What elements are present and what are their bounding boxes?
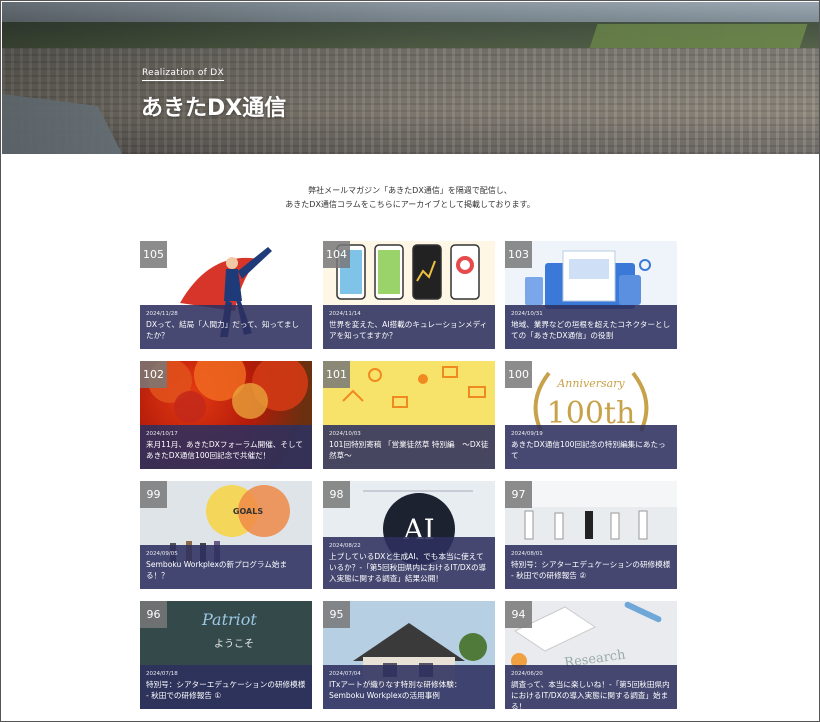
article-card-95[interactable]: 95 2024/07/04 ITxアートが織りなす特別な研修体験：Semboku… <box>323 601 495 709</box>
article-date: 2024/09/05 <box>146 551 178 557</box>
article-number: 100 <box>505 361 532 388</box>
article-caption: 2024/08/01 特別号：シアターエデュケーションの研修模様 - 秋田での研… <box>505 545 677 589</box>
article-caption: 2024/11/28 DXって、結局「人間力」だって、知ってましたか？ <box>140 305 312 349</box>
article-title[interactable]: 世界を変えた、AI搭載のキュレーションメディアを知ってますか？ <box>329 319 489 341</box>
article-title[interactable]: 101回特別寄稿 「営業徒然草 特別編 〜DX徒然草〜 <box>329 439 489 461</box>
article-card-94[interactable]: Research 94 2024/06/20 調査って、本当に楽しいね！-「第5… <box>505 601 677 709</box>
article-title[interactable]: ITxアートが織りなす特別な研修体験：Semboku Workplexの活用事例 <box>329 679 489 701</box>
article-title[interactable]: 来月11月、あきたDXフォーラム開催、そしてあきたDX通信100回記念で共催だ！ <box>146 439 306 461</box>
article-date: 2024/07/04 <box>329 671 361 677</box>
article-card-97[interactable]: 97 2024/08/01 特別号：シアターエデュケーションの研修模様 - 秋田… <box>505 481 677 589</box>
article-card-105[interactable]: 105 2024/11/28 DXって、結局「人間力」だって、知ってましたか？ <box>140 241 312 349</box>
article-number: 101 <box>323 361 350 388</box>
article-number: 103 <box>505 241 532 268</box>
article-number: 104 <box>323 241 350 268</box>
article-number: 96 <box>140 601 167 628</box>
intro-text: 弊社メールマガジン「あきたDX通信」を隔週で配信し、 あきたDX通信コラムをこち… <box>1 184 819 212</box>
hero-subtitle: Realization of DX <box>142 68 224 81</box>
article-title[interactable]: 調査って、本当に楽しいね！-「第5回秋田県内におけるIT/DXの導入実態に関する… <box>511 679 671 709</box>
article-caption: 2024/10/17 来月11月、あきたDXフォーラム開催、そしてあきたDX通信… <box>140 425 312 469</box>
article-card-103[interactable]: 103 2024/10/31 地域、業界などの垣根を超えたコネクターとしての「あ… <box>505 241 677 349</box>
article-title[interactable]: 上プしているDXと生成AI、でも本当に使えているか？-「第5回秋田県内におけるI… <box>329 551 489 584</box>
article-caption: 2024/11/14 世界を変えた、AI搭載のキュレーションメディアを知ってます… <box>323 305 495 349</box>
article-card-98[interactable]: AI 98 2024/08/22 上プしているDXと生成AI、でも本当に使えてい… <box>323 481 495 589</box>
article-title[interactable]: Semboku Workplexの新プログラム始まる！？ <box>146 559 306 581</box>
article-number: 94 <box>505 601 532 628</box>
article-number: 105 <box>140 241 167 268</box>
article-title[interactable]: DXって、結局「人間力」だって、知ってましたか？ <box>146 319 306 341</box>
article-caption: 2024/09/19 あきたDX通信100回記念の特別編集にあたって <box>505 425 677 469</box>
article-number: 98 <box>323 481 350 508</box>
article-caption: 2024/08/22 上プしているDXと生成AI、でも本当に使えているか？-「第… <box>323 537 495 589</box>
chalk-patriot: Patriot <box>201 610 257 629</box>
article-date: 2024/09/19 <box>511 431 543 437</box>
article-card-96[interactable]: Patriot ようこそ 96 2024/07/18 特別号：シアターエデュケー… <box>140 601 312 709</box>
intro-line-2: あきたDX通信コラムをこちらにアーカイブとして掲載しております。 <box>285 200 535 209</box>
chalk-youkoso: ようこそ <box>214 638 254 650</box>
article-title[interactable]: あきたDX通信100回記念の特別編集にあたって <box>511 439 671 461</box>
article-date: 2024/11/28 <box>146 311 178 317</box>
article-caption: 2024/09/05 Semboku Workplexの新プログラム始まる！？ <box>140 545 312 589</box>
intro-line-1: 弊社メールマガジン「あきたDX通信」を隔週で配信し、 <box>308 186 512 195</box>
article-card-99[interactable]: GOALS 99 2024/09/05 Semboku Workplexの新プロ… <box>140 481 312 589</box>
article-date: 2024/08/01 <box>511 551 543 557</box>
anniversary-script: Anniversary <box>556 377 625 390</box>
article-caption: 2024/10/03 101回特別寄稿 「営業徒然草 特別編 〜DX徒然草〜 <box>323 425 495 469</box>
article-number: 97 <box>505 481 532 508</box>
article-title[interactable]: 地域、業界などの垣根を超えたコネクターとしての「あきたDX通信」の役割 <box>511 319 671 341</box>
article-card-102[interactable]: 102 2024/10/17 来月11月、あきたDXフォーラム開催、そしてあきた… <box>140 361 312 469</box>
article-date: 2024/11/14 <box>329 311 361 317</box>
hero-banner: Realization of DX あきたDX通信 <box>2 2 819 154</box>
article-date: 2024/07/18 <box>146 671 178 677</box>
article-date: 2024/10/03 <box>329 431 361 437</box>
article-number: 102 <box>140 361 167 388</box>
article-date: 2024/10/17 <box>146 431 178 437</box>
article-number: 99 <box>140 481 167 508</box>
article-date: 2024/10/31 <box>511 311 543 317</box>
article-card-100[interactable]: Anniversary 100th 100 2024/09/19 あきたDX通信… <box>505 361 677 469</box>
page-frame: Realization of DX あきたDX通信 弊社メールマガジン「あきたD… <box>0 0 820 722</box>
article-date: 2024/08/22 <box>329 543 361 549</box>
article-caption: 2024/06/20 調査って、本当に楽しいね！-「第5回秋田県内におけるIT/… <box>505 665 677 709</box>
hero-overlay <box>2 2 819 154</box>
article-caption: 2024/07/18 特別号：シアターエデュケーションの研修模様 - 秋田での研… <box>140 665 312 709</box>
article-card-101[interactable]: 101 2024/10/03 101回特別寄稿 「営業徒然草 特別編 〜DX徒然… <box>323 361 495 469</box>
article-number: 95 <box>323 601 350 628</box>
page-title: あきたDX通信 <box>141 96 287 121</box>
article-card-104[interactable]: 104 2024/11/14 世界を変えた、AI搭載のキュレーションメディアを知… <box>323 241 495 349</box>
article-title[interactable]: 特別号：シアターエデュケーションの研修模様 - 秋田での研修報告 ① <box>146 679 306 701</box>
article-caption: 2024/07/04 ITxアートが織りなす特別な研修体験：Semboku Wo… <box>323 665 495 709</box>
article-caption: 2024/10/31 地域、業界などの垣根を超えたコネクターとしての「あきたDX… <box>505 305 677 349</box>
goals-label: GOALS <box>233 507 263 516</box>
article-date: 2024/06/20 <box>511 671 543 677</box>
article-title[interactable]: 特別号：シアターエデュケーションの研修模様 - 秋田での研修報告 ② <box>511 559 671 581</box>
